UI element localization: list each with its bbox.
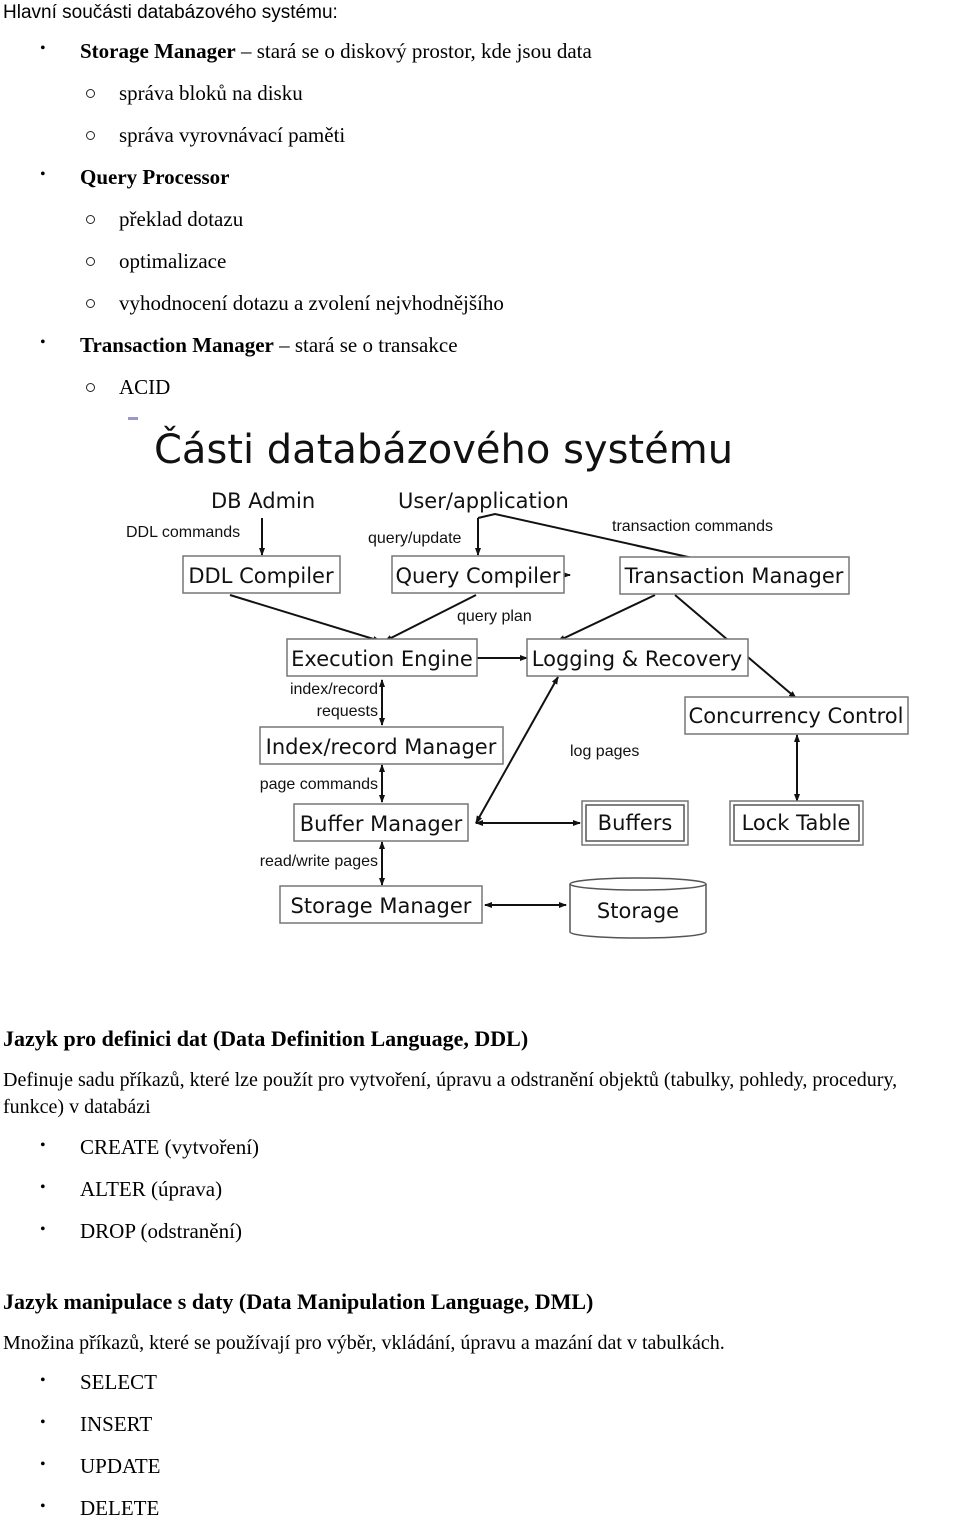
- bullet-icon: •: [40, 40, 46, 57]
- circle-bullet-icon: [86, 299, 95, 308]
- dml-item: SELECT: [80, 1370, 157, 1394]
- label-page-commands: page commands: [260, 776, 378, 793]
- box-logging-recovery: Logging & Recovery: [526, 638, 749, 677]
- box-label: Execution Engine: [291, 647, 473, 671]
- ddl-item: ALTER (úprava): [80, 1177, 223, 1201]
- bullet-icon: •: [40, 334, 46, 351]
- bullet-icon: •: [40, 1414, 46, 1431]
- circle-bullet-icon: [86, 89, 95, 98]
- component-name: Storage Manager: [80, 39, 236, 63]
- edge-tm-to-logging: [557, 594, 656, 642]
- label-transaction-commands: transaction commands: [612, 518, 773, 535]
- component-name: Query Processor: [80, 165, 230, 189]
- dml-paragraph: Množina příkazů, které se používají pro …: [3, 1332, 725, 1354]
- ddl-item: CREATE (vytvoření): [80, 1135, 260, 1159]
- label-ddl-commands: DDL commands: [126, 524, 240, 541]
- component-name: Transaction Manager: [80, 333, 274, 357]
- box-storage-manager: Storage Manager: [279, 885, 483, 924]
- box-label: DDL Compiler: [188, 564, 334, 588]
- dml-item: UPDATE: [80, 1454, 161, 1478]
- diagram-title: Části databázového systému: [154, 425, 733, 473]
- label-read-write-pages: read/write pages: [260, 853, 378, 870]
- dml-item: DELETE: [80, 1496, 160, 1520]
- subitem: překlad dotazu: [119, 207, 244, 231]
- box-buffer-manager: Buffer Manager: [293, 803, 469, 842]
- box-label: Storage: [597, 899, 679, 923]
- box-index-record-manager: Index/record Manager: [259, 726, 504, 765]
- box-label: Concurrency Control: [689, 704, 904, 728]
- subitem: vyhodnocení dotazu a zvolení nejvhodnějš…: [119, 291, 504, 315]
- label-index-record-1: index/record: [290, 681, 378, 698]
- subitem: správa bloků na disku: [119, 81, 303, 105]
- component-item: Storage Manager – stará se o diskový pro…: [80, 39, 592, 64]
- component-desc: – stará se o transakce: [273, 333, 458, 357]
- bullet-icon: •: [40, 1498, 46, 1515]
- box-label: Lock Table: [742, 811, 851, 835]
- intro-text: Hlavní součásti databázového systému:: [3, 2, 338, 23]
- ddl-item: DROP (odstranění): [80, 1219, 242, 1243]
- box-label: Index/record Manager: [266, 735, 497, 759]
- component-item: Query Processor: [80, 165, 229, 190]
- cylinder-storage: Storage: [569, 877, 707, 939]
- bullet-icon: •: [40, 1137, 46, 1154]
- box-execution-engine: Execution Engine: [286, 638, 478, 677]
- bullet-icon: •: [40, 1372, 46, 1389]
- dml-heading: Jazyk manipulace s daty (Data Manipulati…: [3, 1289, 594, 1314]
- actor-db-admin: DB Admin: [211, 489, 315, 513]
- box-query-compiler: Query Compiler: [391, 555, 565, 594]
- subitem: ACID: [119, 375, 171, 399]
- box-transaction-manager: Transaction Manager: [619, 556, 850, 595]
- component-desc: – stará se o diskový prostor, kde jsou d…: [235, 39, 592, 63]
- box-label: Logging & Recovery: [532, 647, 742, 671]
- circle-bullet-icon: [86, 215, 95, 224]
- bullet-icon: •: [40, 1456, 46, 1473]
- circle-bullet-icon: [86, 131, 95, 140]
- ddl-paragraph: Definuje sadu příkazů, které lze použít …: [3, 1069, 898, 1118]
- box-label: Query Compiler: [395, 564, 560, 588]
- edge-ddl-to-exec: [229, 594, 381, 642]
- box-concurrency-control: Concurrency Control: [684, 696, 909, 735]
- actor-user-application: User/application: [398, 489, 569, 513]
- circle-bullet-icon: [86, 383, 95, 392]
- circle-bullet-icon: [86, 257, 95, 266]
- box-label: Buffer Manager: [300, 812, 463, 836]
- dbms-architecture-diagram: Části databázového systému DB Admin User…: [110, 405, 930, 965]
- bullet-icon: •: [40, 1179, 46, 1196]
- component-item: Transaction Manager – stará se o transak…: [80, 333, 458, 358]
- box-label: Buffers: [598, 811, 673, 835]
- label-query-update: query/update: [368, 530, 462, 547]
- label-log-pages: log pages: [570, 743, 639, 760]
- subitem: optimalizace: [119, 249, 227, 273]
- ddl-heading: Jazyk pro definici dat (Data Definition …: [3, 1026, 529, 1051]
- dml-item: INSERT: [80, 1412, 153, 1436]
- box-buffers: Buffers: [581, 800, 689, 846]
- bullet-icon: •: [40, 1221, 46, 1238]
- box-ddl-compiler: DDL Compiler: [182, 555, 341, 594]
- label-index-record-2: requests: [317, 703, 378, 720]
- subitem: správa vyrovnávací paměti: [119, 123, 346, 147]
- box-label: Storage Manager: [291, 894, 472, 918]
- slide-bullet-mark: [128, 417, 138, 420]
- bullet-icon: •: [40, 166, 46, 183]
- label-query-plan: query plan: [457, 608, 532, 625]
- box-lock-table: Lock Table: [729, 800, 864, 846]
- box-label: Transaction Manager: [624, 564, 844, 588]
- diagram-canvas: Části databázového systému DB Admin User…: [126, 417, 909, 939]
